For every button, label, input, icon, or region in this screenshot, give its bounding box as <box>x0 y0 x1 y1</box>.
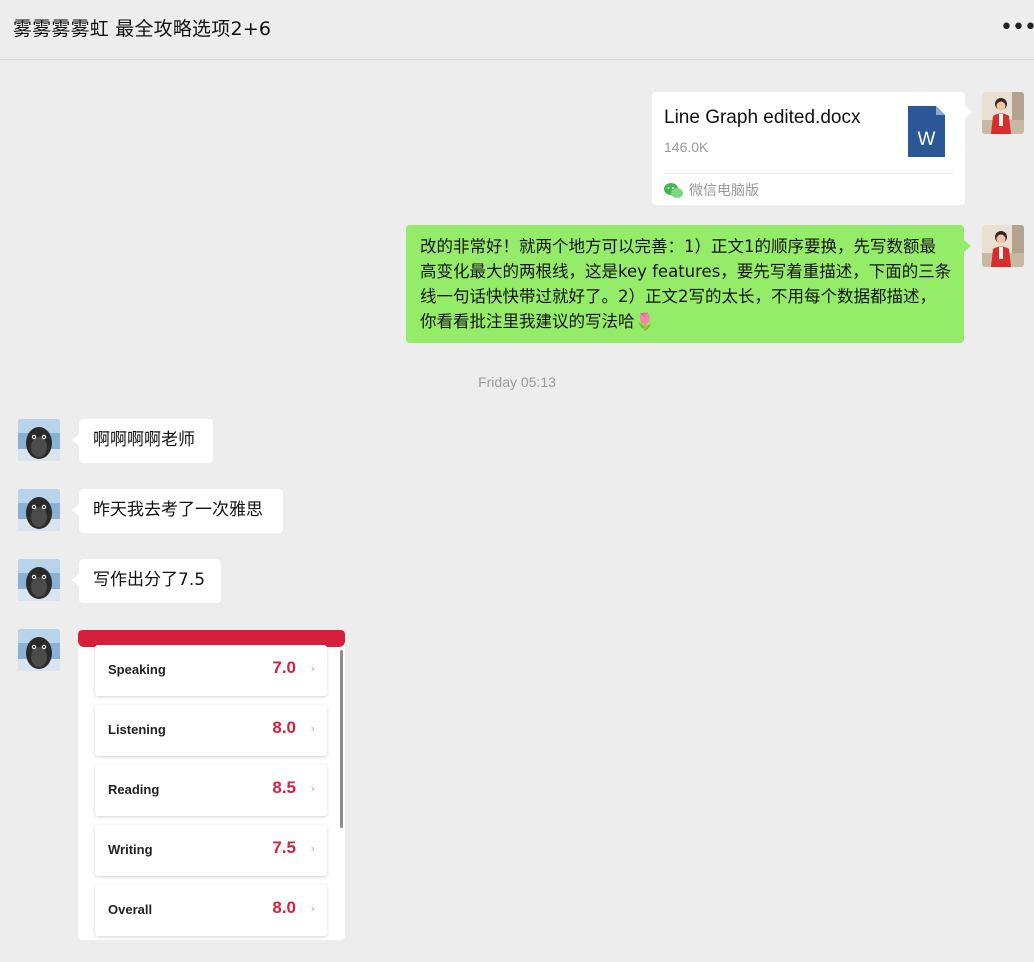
teacher-avatar[interactable] <box>982 92 1024 134</box>
wechat-icon <box>664 182 683 198</box>
chevron-right-icon: › <box>310 722 315 735</box>
score-image-message[interactable]: Speaking 7.0 › Listening 8.0 › Reading 8… <box>78 630 345 940</box>
score-label: Writing <box>108 842 153 857</box>
score-row-speaking: Speaking 7.0 › <box>95 645 327 696</box>
file-source-label: 微信电脑版 <box>689 183 759 199</box>
score-row-reading: Reading 8.5 › <box>95 765 327 816</box>
file-name: Line Graph edited.docx <box>664 107 861 128</box>
teacher-message[interactable]: 改的非常好！就两个地方可以完善：1）正文1的顺序要换，先写数额最高变化最大的两根… <box>406 225 964 343</box>
divider <box>664 173 953 174</box>
score-label: Reading <box>108 782 160 797</box>
bubble-tail <box>72 434 79 446</box>
student-avatar[interactable] <box>18 419 60 461</box>
score-value: 7.0 <box>272 658 296 677</box>
score-value: 8.0 <box>272 718 296 737</box>
score-value: 8.0 <box>272 898 296 917</box>
chevron-right-icon: › <box>310 842 315 855</box>
score-label: Overall <box>108 902 153 917</box>
student-message[interactable]: 写作出分了7.5 <box>79 559 221 603</box>
score-row-listening: Listening 8.0 › <box>95 705 327 756</box>
chevron-right-icon: › <box>310 902 315 915</box>
chat-header: 雾雾雾雾虹 最全攻略选项2+6 ••• <box>0 0 1034 60</box>
score-row-overall: Overall 8.0 › <box>95 885 327 936</box>
bubble-tail <box>72 574 79 586</box>
student-avatar[interactable] <box>18 629 60 671</box>
student-message[interactable]: 昨天我去考了一次雅思 <box>79 489 283 533</box>
score-value: 8.5 <box>272 778 296 797</box>
bubble-tail <box>964 240 971 252</box>
svg-text:W: W <box>918 129 936 150</box>
student-avatar[interactable] <box>18 489 60 531</box>
word-doc-icon: W <box>908 106 945 157</box>
chevron-right-icon: › <box>310 782 315 795</box>
bubble-tail <box>965 106 972 118</box>
scrollbar <box>340 650 343 828</box>
student-avatar[interactable] <box>18 559 60 601</box>
file-size: 146.0K <box>664 139 709 155</box>
score-row-writing: Writing 7.5 › <box>95 825 327 876</box>
chat-title: 雾雾雾雾虹 最全攻略选项2+6 <box>13 18 272 40</box>
bubble-tail <box>72 504 79 516</box>
timestamp: Friday 05:13 <box>478 374 556 390</box>
file-message[interactable]: Line Graph edited.docx 146.0K W 微信电脑版 <box>652 92 965 205</box>
student-message[interactable]: 啊啊啊啊老师 <box>79 419 213 463</box>
score-label: Speaking <box>108 662 166 677</box>
score-value: 7.5 <box>272 838 296 857</box>
chevron-right-icon: › <box>310 662 315 675</box>
teacher-avatar[interactable] <box>982 225 1024 267</box>
file-source: 微信电脑版 <box>664 180 759 200</box>
more-dots-icon[interactable]: ••• <box>1000 17 1034 44</box>
score-label: Listening <box>108 722 166 737</box>
